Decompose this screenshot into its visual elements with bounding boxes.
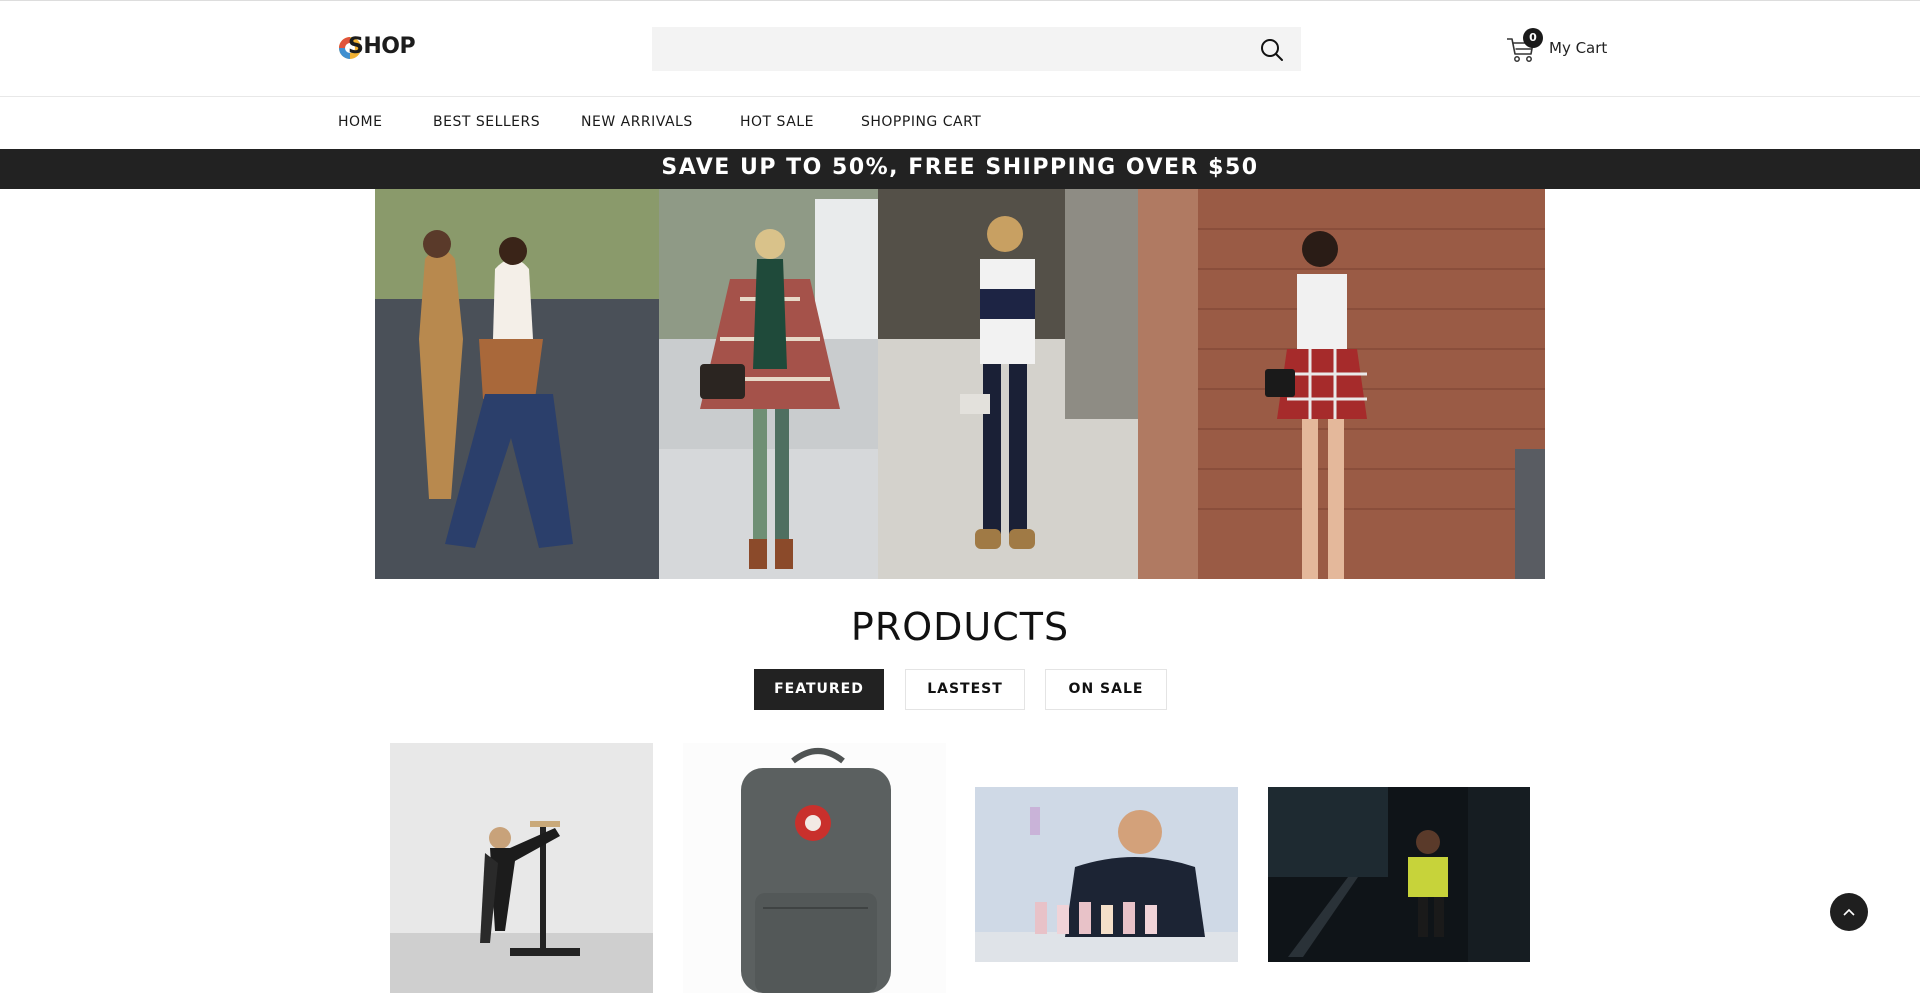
back-to-top-button[interactable]	[1830, 893, 1868, 931]
product-image-perfume[interactable]	[975, 787, 1238, 962]
product-photo	[683, 743, 946, 993]
product-photo	[390, 743, 653, 993]
cart-button[interactable]: 0 My Cart	[1505, 28, 1608, 67]
product-photo	[1268, 787, 1530, 962]
hero-panel-2	[659, 189, 878, 579]
nav-item-home[interactable]: HOME	[338, 114, 382, 130]
search-icon	[1261, 39, 1283, 61]
tab-featured[interactable]: FEATURED	[754, 669, 884, 710]
promo-text: SAVE UP TO 50%, FREE SHIPPING OVER $50	[661, 155, 1259, 180]
tab-on-sale[interactable]: ON SALE	[1045, 669, 1167, 710]
nav-item-hot-sale[interactable]: HOT SALE	[740, 114, 814, 130]
cart-label: My Cart	[1549, 39, 1608, 57]
chevron-up-icon	[1843, 908, 1855, 916]
nav-item-best-sellers[interactable]: BEST SELLERS	[433, 114, 540, 130]
promo-banner: SAVE UP TO 50%, FREE SHIPPING OVER $50	[0, 149, 1920, 189]
cart-count-badge: 0	[1523, 28, 1543, 48]
products-heading: PRODUCTS	[850, 605, 1070, 649]
shop-logo[interactable]: SHOP	[338, 32, 416, 64]
hero-panel-3	[878, 189, 1138, 579]
site-header: SHOP 0 My Cart	[0, 1, 1920, 97]
hero-panel-1	[375, 189, 659, 579]
hero-banner-image[interactable]	[375, 189, 1545, 579]
product-image-backpack[interactable]	[683, 743, 946, 993]
main-nav: HOME BEST SELLERS NEW ARRIVALS HOT SALE …	[0, 97, 1920, 149]
search-input[interactable]	[652, 27, 1301, 71]
search-button[interactable]	[1258, 36, 1286, 64]
hero-panel-4	[1138, 189, 1545, 579]
product-image-streetwear[interactable]	[1268, 787, 1530, 962]
product-image-ballet-barre[interactable]	[390, 743, 653, 993]
nav-item-shopping-cart[interactable]: SHOPPING CART	[861, 114, 981, 130]
hero-collage	[375, 189, 1545, 579]
nav-item-new-arrivals[interactable]: NEW ARRIVALS	[581, 114, 693, 130]
logo-text: SHOP	[348, 34, 416, 59]
product-photo	[975, 787, 1238, 962]
tab-lastest[interactable]: LASTEST	[905, 669, 1025, 710]
